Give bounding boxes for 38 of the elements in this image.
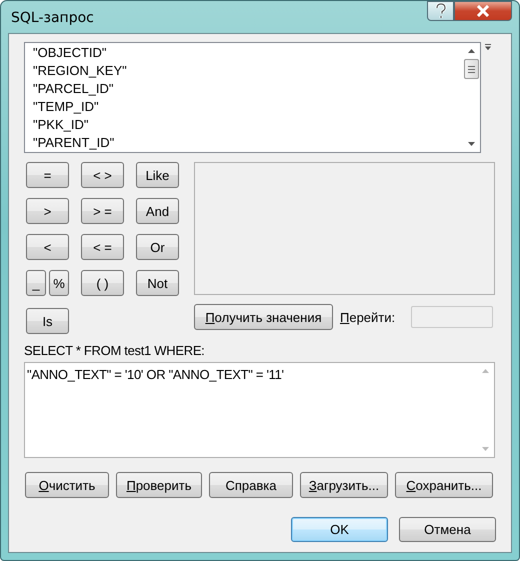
close-button[interactable]: [454, 1, 512, 21]
cancel-button[interactable]: Отмена: [399, 517, 496, 542]
operator-button[interactable]: =: [26, 162, 69, 188]
operator-button[interactable]: > =: [81, 198, 124, 224]
field-list-item[interactable]: "PARENT_ID": [33, 134, 463, 152]
operator-button[interactable]: _: [26, 270, 46, 296]
operator-button[interactable]: >: [26, 198, 69, 224]
question-mark-icon: [434, 3, 448, 19]
action-button[interactable]: Справка: [209, 472, 293, 498]
action-button[interactable]: Загрузить...: [300, 472, 388, 498]
window-title: SQL-запрос: [11, 10, 94, 26]
operator-button[interactable]: Not: [136, 270, 179, 296]
query-textarea[interactable]: "ANNO_TEXT" = '10' OR "ANNO_TEXT" = '11': [24, 362, 495, 458]
field-list-item[interactable]: "PKK_ID": [33, 116, 463, 134]
close-icon: [476, 5, 490, 17]
operator-button[interactable]: %: [49, 270, 69, 296]
operator-button[interactable]: <: [26, 234, 69, 260]
operator-button[interactable]: ( ): [81, 270, 124, 296]
goto-label: Перейти:: [340, 310, 396, 324]
operator-button[interactable]: Like: [136, 162, 179, 188]
help-button[interactable]: [427, 1, 454, 21]
action-button[interactable]: Очистить: [25, 472, 109, 498]
scrollbar-thumb[interactable]: [464, 59, 479, 79]
operator-button[interactable]: And: [136, 198, 179, 224]
ok-button[interactable]: OK: [291, 517, 388, 542]
dropdown-marker-icon: [485, 44, 491, 50]
field-list-item[interactable]: "REGION_KEY": [33, 62, 463, 80]
operator-button[interactable]: < >: [81, 162, 124, 188]
action-button[interactable]: Сохранить...: [395, 472, 493, 498]
query-label: SELECT * FROM test1 WHERE:: [24, 343, 206, 358]
operator-button[interactable]: < =: [81, 234, 124, 260]
field-list-item[interactable]: "TEMP_ID": [33, 98, 463, 116]
get-values-button[interactable]: Получить значения: [194, 304, 333, 330]
operator-button[interactable]: Is: [26, 308, 69, 334]
operator-button[interactable]: Or: [136, 234, 179, 260]
field-list-item[interactable]: "OBJECTID": [33, 44, 463, 62]
field-list-item[interactable]: "PARCEL_ID": [33, 80, 463, 98]
action-button[interactable]: Проверить: [116, 472, 202, 498]
